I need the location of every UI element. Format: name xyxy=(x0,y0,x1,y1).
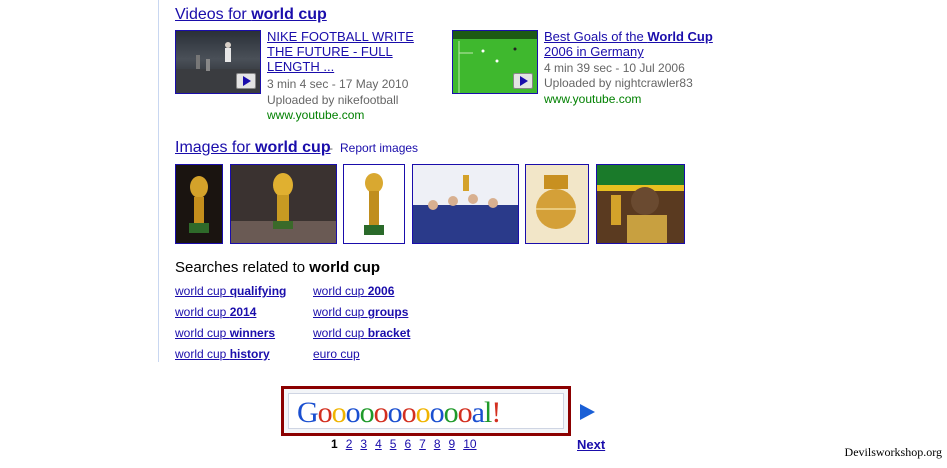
related-heading-query: world cup xyxy=(309,259,381,276)
play-icon[interactable] xyxy=(236,73,256,89)
related-search-link[interactable]: world cup bracket xyxy=(313,326,410,340)
mandela-trophy-image xyxy=(597,165,684,243)
video-meta: 3 min 4 sec - 17 May 2010 xyxy=(267,77,409,91)
results-divider xyxy=(158,0,159,362)
page-number-link[interactable]: 6 xyxy=(404,437,411,451)
image-thumbnail-1[interactable] xyxy=(175,164,223,244)
related-searches-heading: Searches related to world cup xyxy=(175,259,380,276)
image-thumbnail-4[interactable] xyxy=(412,164,519,244)
report-images-link[interactable]: Report images xyxy=(340,141,418,155)
video-uploader: Uploaded by nikefootball xyxy=(267,93,399,107)
link-bold: winners xyxy=(229,326,276,340)
images-heading[interactable]: Images for world cup xyxy=(175,139,331,157)
related-search-link[interactable]: world cup groups xyxy=(313,305,408,319)
logo-letter: o xyxy=(443,396,459,429)
globe-trophy-image xyxy=(536,175,576,229)
video-title-suffix: 2006 in Germany xyxy=(544,44,644,59)
image-thumbnail-5[interactable] xyxy=(525,164,589,244)
video-url: www.youtube.com xyxy=(267,108,365,122)
logo-letter: o xyxy=(387,396,403,429)
image-thumbnail-3[interactable] xyxy=(343,164,405,244)
videos-heading-query: world cup xyxy=(251,6,327,23)
image-thumbnail-2[interactable] xyxy=(230,164,337,244)
team-celebration-image xyxy=(413,175,518,243)
link-bold: 2014 xyxy=(229,305,257,319)
page-number-link[interactable]: 9 xyxy=(449,437,456,451)
link-bold: groups xyxy=(367,305,409,319)
link-text: world cup xyxy=(175,326,230,340)
logo-letter: ! xyxy=(491,396,501,429)
page-number-link: 1 xyxy=(331,437,338,451)
video-thumbnail-nike[interactable] xyxy=(175,30,261,94)
images-heading-query: world cup xyxy=(255,139,331,156)
link-text: world cup xyxy=(313,326,368,340)
images-heading-prefix: Images for xyxy=(175,139,256,156)
logo-letter: o xyxy=(373,396,389,429)
related-search-link[interactable]: world cup 2006 xyxy=(313,284,394,298)
video-title-bold: World Cup xyxy=(647,29,713,44)
next-page-link[interactable]: Next xyxy=(577,437,605,452)
separator: - xyxy=(329,141,333,155)
link-text: world cup xyxy=(313,305,368,319)
trophy-image xyxy=(189,176,209,233)
watermark: Devilsworkshop.org xyxy=(844,445,942,459)
link-text: world cup xyxy=(175,305,230,319)
link-text: world cup xyxy=(313,284,368,298)
video-uploader: Uploaded by nightcrawler83 xyxy=(544,76,693,90)
related-search-link[interactable]: world cup 2014 xyxy=(175,305,256,319)
related-search-link[interactable]: world cup history xyxy=(175,347,270,361)
trophy-image xyxy=(364,173,384,235)
goal-logo-text: Goooooooooooal! xyxy=(297,396,501,430)
related-search-link[interactable]: euro cup xyxy=(313,347,360,361)
link-bold: history xyxy=(229,347,270,361)
logo-letter: o xyxy=(359,396,375,429)
page-numbers: 1 2 3 4 5 6 7 8 9 10 xyxy=(331,437,485,451)
page-number-link[interactable]: 8 xyxy=(434,437,441,451)
related-search-link[interactable]: world cup winners xyxy=(175,326,275,340)
videos-heading[interactable]: Videos for world cup xyxy=(175,6,327,24)
logo-letter: o xyxy=(331,396,347,429)
page-number-link[interactable]: 3 xyxy=(360,437,367,451)
page-number-link[interactable]: 4 xyxy=(375,437,382,451)
logo-letter: o xyxy=(317,396,333,429)
video-title-nike[interactable]: NIKE FOOTBALL WRITE THE FUTURE - FULL LE… xyxy=(267,29,427,74)
logo-letter: o xyxy=(345,396,361,429)
related-heading-prefix: Searches related to xyxy=(175,259,310,276)
link-bold: qualifying xyxy=(229,284,287,298)
link-text: world cup xyxy=(175,284,230,298)
logo-letter: o xyxy=(401,396,417,429)
video-thumbnail-best-goals[interactable] xyxy=(452,30,538,94)
link-text: euro cup xyxy=(313,347,360,361)
goal-logo-inner: Goooooooooooal! xyxy=(288,393,564,429)
logo-letter: o xyxy=(457,396,473,429)
logo-letter: a xyxy=(471,396,485,429)
related-search-link[interactable]: world cup qualifying xyxy=(175,284,286,298)
play-icon[interactable] xyxy=(513,73,533,89)
goal-logo: Goooooooooooal! xyxy=(281,386,571,436)
trophy-image xyxy=(231,173,336,243)
page-number-link[interactable]: 5 xyxy=(390,437,397,451)
logo-letter: o xyxy=(429,396,445,429)
link-bold: 2006 xyxy=(367,284,395,298)
video-url: www.youtube.com xyxy=(544,92,642,106)
video-title-prefix: Best Goals of the xyxy=(544,29,648,44)
video-meta: 4 min 39 sec - 10 Jul 2006 xyxy=(544,61,685,75)
page-number-link[interactable]: 2 xyxy=(346,437,353,451)
video-title-best-goals[interactable]: Best Goals of the World Cup 2006 in Germ… xyxy=(544,29,734,59)
logo-letter: o xyxy=(415,396,431,429)
image-thumbnail-6[interactable] xyxy=(596,164,685,244)
page-number-link[interactable]: 7 xyxy=(419,437,426,451)
logo-letter: G xyxy=(297,396,319,429)
next-arrow-icon[interactable] xyxy=(580,404,595,420)
page-number-link[interactable]: 10 xyxy=(463,437,476,451)
link-text: world cup xyxy=(175,347,230,361)
link-bold: bracket xyxy=(367,326,411,340)
videos-heading-prefix: Videos for xyxy=(175,6,252,23)
